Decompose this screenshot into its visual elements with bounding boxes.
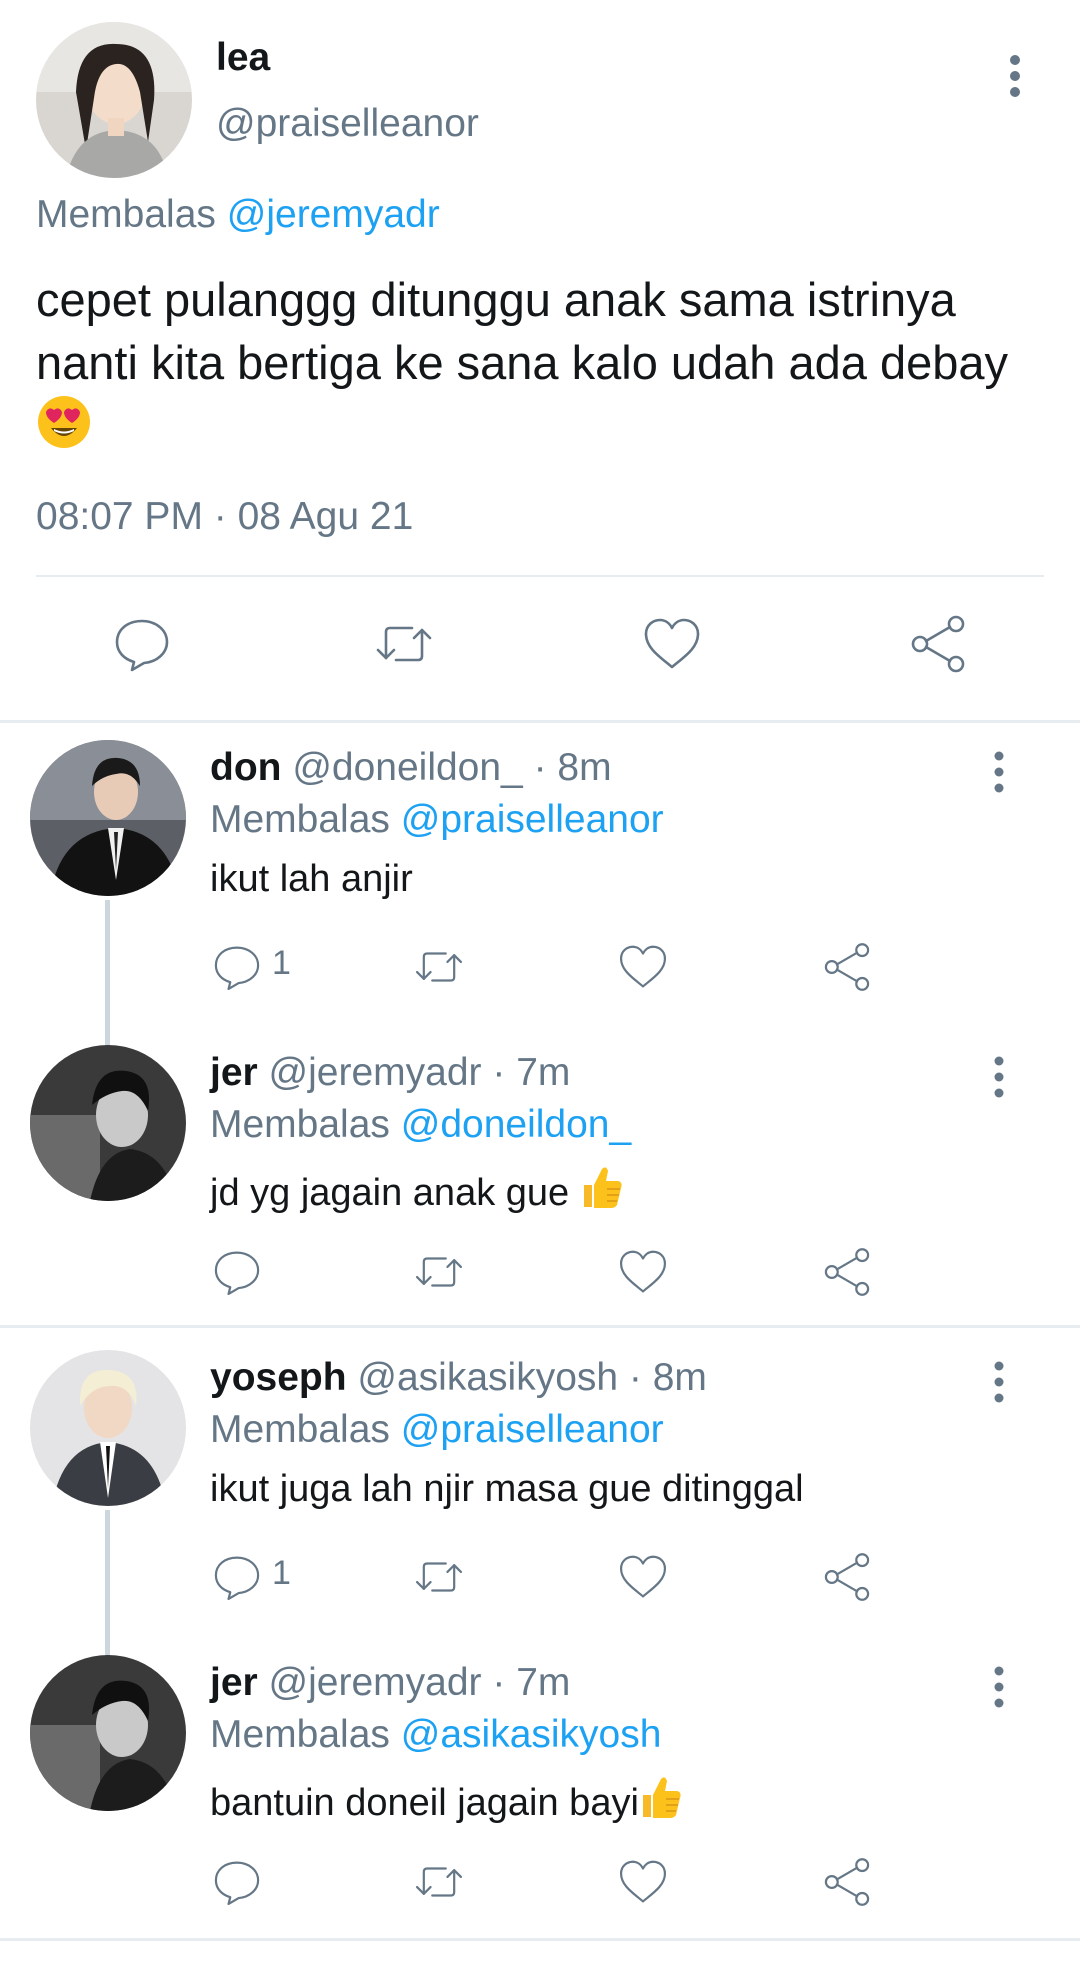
reply-time: · 8m <box>628 1356 707 1399</box>
reply-tweet[interactable]: don @doneildon_ · 8m Membalas @praiselle… <box>0 740 1080 1048</box>
reply-count: 1 <box>272 1554 291 1592</box>
avatar[interactable] <box>30 1045 186 1201</box>
reply-time: · 7m <box>492 1051 571 1094</box>
reply-icon[interactable] <box>210 1855 264 1909</box>
reply-time: · 7m <box>492 1661 571 1704</box>
reply-header: don @doneildon_ · 8m <box>210 746 612 790</box>
mention-link[interactable]: @asikasikyosh <box>401 1713 662 1756</box>
tweet-text: ikut juga lah njir masa gue ditinggal <box>210 1468 804 1510</box>
replying-to-label: Membalas <box>210 1103 390 1146</box>
tweet-text: cepet pulanggg ditunggu anak sama istrin… <box>36 268 1046 465</box>
replying-to-label: Membalas <box>210 798 390 841</box>
reply-header: jer @jeremyadr · 7m <box>210 1661 570 1705</box>
retweet-icon[interactable] <box>412 1245 466 1299</box>
reply-header: yoseph @asikasikyosh · 8m <box>210 1356 707 1400</box>
reply-icon[interactable] <box>210 1550 264 1604</box>
tweet-text: ikut lah anjir <box>210 858 413 900</box>
divider <box>0 1938 1080 1941</box>
author-name[interactable]: lea <box>216 36 270 80</box>
replying-to: Membalas @asikasikyosh <box>210 1713 661 1757</box>
like-icon[interactable] <box>616 940 670 994</box>
timestamp[interactable]: 08:07 PM · 08 Agu 21 <box>36 495 413 539</box>
avatar[interactable] <box>30 740 186 896</box>
replying-to-label: Membalas <box>210 1408 390 1451</box>
retweet-icon[interactable] <box>372 612 436 676</box>
avatar[interactable] <box>30 1655 186 1811</box>
main-tweet: lea @praiselleanor Membalas @jeremyadr c… <box>0 0 1080 722</box>
reply-tweet[interactable]: yoseph @asikasikyosh · 8m Membalas @prai… <box>0 1350 1080 1658</box>
replying-to: Membalas @doneildon_ <box>210 1103 631 1147</box>
mention-link[interactable]: @doneildon_ <box>401 1103 631 1146</box>
author-name[interactable]: don <box>210 746 281 789</box>
thread-line <box>105 900 110 1048</box>
tweet-text: jd yg jagain anak gue <box>210 1163 624 1221</box>
more-options-icon[interactable] <box>984 1358 1014 1406</box>
tweet-text-content: cepet pulanggg ditunggu anak sama istrin… <box>36 273 1009 389</box>
mention-link[interactable]: @praiselleanor <box>401 1408 664 1451</box>
replying-to: Membalas @praiselleanor <box>210 1408 664 1452</box>
author-handle[interactable]: @jeremyadr <box>269 1661 482 1704</box>
like-icon[interactable] <box>640 612 704 676</box>
reply-count: 1 <box>272 944 291 982</box>
share-icon[interactable] <box>820 1550 874 1604</box>
tweet-text-content: jd yg jagain anak gue <box>210 1172 580 1214</box>
more-options-icon[interactable] <box>984 1663 1014 1711</box>
tweet-text-content: bantuin doneil jagain bayi <box>210 1782 639 1824</box>
thumbs-up-emoji <box>580 1163 624 1221</box>
retweet-icon[interactable] <box>412 940 466 994</box>
author-name[interactable]: yoseph <box>210 1356 347 1399</box>
like-icon[interactable] <box>616 1855 670 1909</box>
share-icon[interactable] <box>820 940 874 994</box>
divider <box>0 720 1080 723</box>
author-name[interactable]: jer <box>210 1661 258 1704</box>
more-options-icon[interactable] <box>984 748 1014 796</box>
replying-to: Membalas @praiselleanor <box>210 798 664 842</box>
mention-link[interactable]: @praiselleanor <box>401 798 664 841</box>
replying-to: Membalas @jeremyadr <box>36 193 440 237</box>
reply-time: · 8m <box>533 746 612 789</box>
reply-header: jer @jeremyadr · 7m <box>210 1051 570 1095</box>
more-options-icon[interactable] <box>984 1053 1014 1101</box>
divider <box>36 575 1044 577</box>
author-name[interactable]: jer <box>210 1051 258 1094</box>
divider <box>0 1325 1080 1328</box>
mention-link[interactable]: @jeremyadr <box>227 193 440 236</box>
author-handle[interactable]: @praiselleanor <box>216 102 479 146</box>
thumbs-up-emoji <box>639 1773 683 1831</box>
reply-tweet[interactable]: jer @jeremyadr · 7m Membalas @doneildon_… <box>0 1045 1080 1350</box>
retweet-icon[interactable] <box>412 1855 466 1909</box>
thread-line <box>105 1510 110 1658</box>
avatar[interactable] <box>36 22 192 178</box>
like-icon[interactable] <box>616 1550 670 1604</box>
tweet-text: bantuin doneil jagain bayi <box>210 1773 683 1831</box>
share-icon[interactable] <box>820 1855 874 1909</box>
more-options-icon[interactable] <box>1000 52 1030 100</box>
like-icon[interactable] <box>616 1245 670 1299</box>
author-handle[interactable]: @doneildon_ <box>292 746 522 789</box>
replying-to-label: Membalas <box>210 1713 390 1756</box>
reply-icon[interactable] <box>210 940 264 994</box>
avatar[interactable] <box>30 1350 186 1506</box>
reply-icon[interactable] <box>110 612 174 676</box>
heart-eyes-emoji <box>36 394 92 465</box>
share-icon[interactable] <box>906 612 970 676</box>
author-handle[interactable]: @asikasikyosh <box>357 1356 618 1399</box>
share-icon[interactable] <box>820 1245 874 1299</box>
retweet-icon[interactable] <box>412 1550 466 1604</box>
reply-icon[interactable] <box>210 1245 264 1299</box>
reply-tweet[interactable]: jer @jeremyadr · 7m Membalas @asikasikyo… <box>0 1655 1080 1960</box>
author-handle[interactable]: @jeremyadr <box>269 1051 482 1094</box>
replying-to-label: Membalas <box>36 193 216 236</box>
